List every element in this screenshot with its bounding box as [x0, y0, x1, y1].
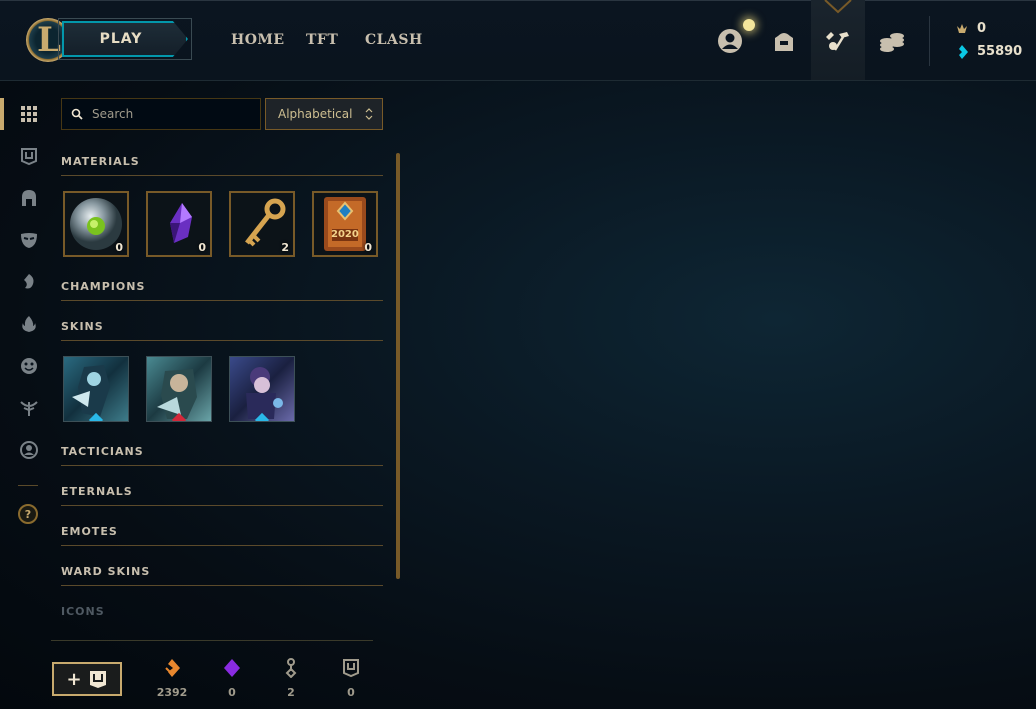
footer-divider	[51, 640, 373, 641]
loot-tile-capsule-2020[interactable]: 2020 0	[312, 191, 378, 257]
section-ward-skins[interactable]: WARD SKINS	[61, 563, 383, 586]
header-divider	[929, 16, 930, 66]
active-chevron-icon	[824, 0, 852, 14]
nav-clash[interactable]: CLASH	[365, 32, 423, 48]
nav-home[interactable]: HOME	[231, 32, 285, 48]
tactician-icon[interactable]	[17, 270, 41, 294]
all-items-grid-icon[interactable]	[17, 102, 41, 126]
loot-tile-key[interactable]: 2	[229, 191, 295, 257]
chest-icon	[343, 659, 359, 678]
skin-shard-tile[interactable]	[146, 356, 212, 422]
section-title: ICONS	[61, 605, 105, 618]
sort-updown-icon	[365, 108, 373, 120]
section-emotes[interactable]: EMOTES	[61, 523, 383, 546]
section-eternals[interactable]: ETERNALS	[61, 483, 383, 506]
skin-art-icon	[72, 365, 110, 417]
profile-icon-category-icon[interactable]	[17, 438, 41, 462]
emote-smiley-icon[interactable]	[17, 354, 41, 378]
notification-dot	[743, 19, 755, 31]
section-skins[interactable]: SKINS	[61, 318, 383, 341]
item-count: 2	[281, 241, 289, 254]
nav-tft[interactable]: TFT	[306, 32, 338, 48]
item-count: 0	[364, 241, 372, 254]
section-champions[interactable]: CHAMPIONS	[61, 278, 383, 301]
store-coins-icon[interactable]	[877, 26, 907, 56]
search-input[interactable]	[90, 106, 254, 122]
orange-essence-counter: 2392	[152, 658, 192, 699]
skin-shard-tile[interactable]	[229, 356, 295, 422]
top-bar: L PLAY HOME TFT CLASH 0 55890	[0, 0, 1036, 81]
collection-backpack-icon[interactable]	[769, 26, 799, 56]
scrollbar[interactable]	[396, 153, 400, 579]
section-materials: MATERIALS	[61, 153, 383, 176]
mythic-essence-counter: 0	[212, 658, 252, 699]
section-icons[interactable]: ICONS	[61, 603, 383, 625]
loot-tile-orb[interactable]: 0	[63, 191, 129, 257]
skin-art-icon	[246, 367, 283, 419]
key-fragment-value: 2	[287, 686, 295, 699]
craft-chest-button[interactable]: +	[52, 662, 122, 696]
help-icon[interactable]: ?	[18, 504, 38, 524]
orange-essence-value: 2392	[156, 686, 188, 699]
skin-art-icon	[157, 369, 197, 419]
key-icon	[285, 658, 297, 678]
item-count: 0	[198, 241, 206, 254]
search-icon	[71, 108, 83, 120]
play-label: PLAY	[99, 31, 143, 47]
profile-icon[interactable]	[715, 26, 745, 56]
champion-helmet-icon[interactable]	[17, 186, 41, 210]
chest-counter: 0	[331, 658, 371, 699]
chest-icon	[89, 671, 106, 688]
section-title: SKINS	[61, 320, 104, 333]
section-title: EMOTES	[61, 525, 118, 538]
section-tacticians[interactable]: TACTICIANS	[61, 443, 383, 466]
rp-icon	[957, 23, 967, 33]
blue-essence-value: 55890	[977, 44, 1023, 59]
blue-essence-icon	[959, 44, 968, 59]
eternals-flame-icon[interactable]	[17, 312, 41, 336]
rp-balance[interactable]: 0	[955, 21, 986, 36]
blue-essence-balance[interactable]: 55890	[955, 44, 1022, 59]
mythic-essence-value: 0	[228, 686, 236, 699]
rp-value: 0	[977, 21, 987, 36]
search-box[interactable]	[61, 98, 261, 130]
skin-mask-icon[interactable]	[17, 228, 41, 252]
loot-tile-crystal[interactable]: 0	[146, 191, 212, 257]
chest-value: 0	[347, 686, 355, 699]
section-title: CHAMPIONS	[61, 280, 146, 293]
orange-essence-icon	[165, 659, 180, 677]
sidebar-divider	[18, 485, 38, 486]
section-title: WARD SKINS	[61, 565, 151, 578]
key-fragment-counter: 2	[271, 658, 311, 699]
capsule-year-label: 2020	[331, 229, 359, 240]
loot-hammer-icon[interactable]	[823, 26, 853, 56]
sidebar-active-indicator	[0, 98, 4, 130]
purple-gem-icon	[224, 659, 240, 677]
sort-dropdown[interactable]: Alphabetical	[265, 98, 383, 130]
chest-icon[interactable]	[17, 144, 41, 168]
play-button[interactable]: PLAY	[62, 21, 188, 57]
item-count: 0	[115, 241, 123, 254]
sort-selected-value: Alphabetical	[278, 107, 353, 121]
ward-skin-icon[interactable]	[17, 396, 41, 420]
section-title: TACTICIANS	[61, 445, 144, 458]
craft-plus-label: +	[66, 668, 82, 690]
section-title: ETERNALS	[61, 485, 133, 498]
loot-category-sidebar	[0, 81, 50, 709]
skin-shard-tile[interactable]	[63, 356, 129, 422]
section-title: MATERIALS	[61, 155, 140, 168]
